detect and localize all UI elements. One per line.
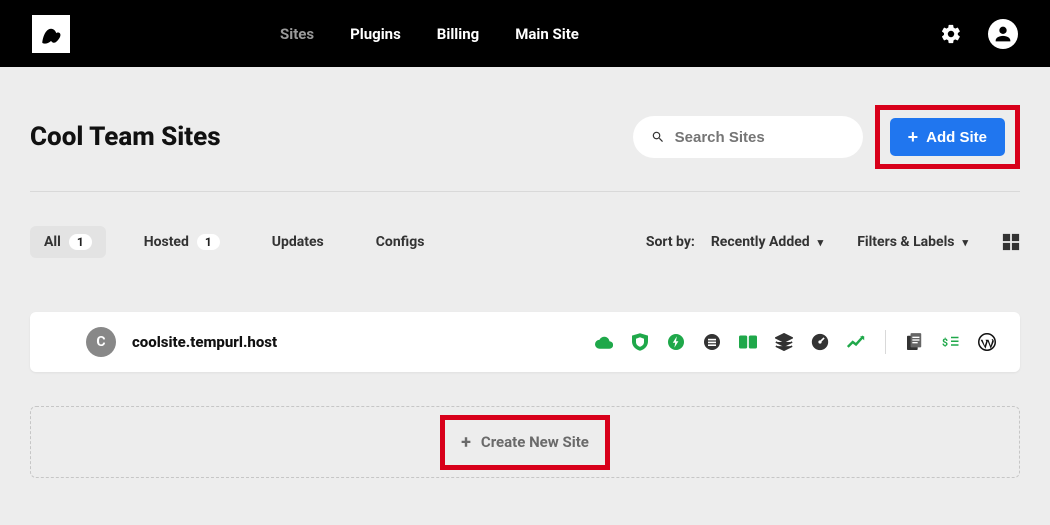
svg-text:$: $ [942, 336, 948, 349]
search-box[interactable] [633, 116, 863, 158]
tab-all-label: All [44, 234, 61, 250]
site-row[interactable]: C coolsite.tempurl.host $ [30, 312, 1020, 372]
create-site-label: Create New Site [481, 433, 589, 451]
plus-icon: + [461, 432, 471, 453]
tab-all-count: 1 [69, 234, 92, 250]
sort-select[interactable]: Recently Added ▾ [711, 234, 823, 250]
sort-value: Recently Added [711, 234, 810, 250]
money-list-icon[interactable]: $ [942, 333, 960, 351]
add-site-button[interactable]: + Add Site [890, 118, 1005, 156]
create-site-highlight: + Create New Site [440, 415, 610, 470]
tab-hosted[interactable]: Hosted 1 [130, 226, 234, 258]
plus-icon: + [908, 127, 919, 148]
user-avatar[interactable] [988, 19, 1018, 49]
tab-hosted-label: Hosted [144, 234, 189, 250]
cloud-icon[interactable] [595, 333, 613, 351]
shield-icon[interactable] [631, 333, 649, 351]
header-divider [30, 191, 1020, 192]
add-site-highlight: + Add Site [875, 105, 1020, 169]
nav-main-site[interactable]: Main Site [515, 25, 579, 43]
chevron-down-icon: ▾ [818, 236, 824, 249]
cards-icon[interactable] [739, 333, 757, 351]
create-site-button[interactable]: + Create New Site [461, 432, 589, 453]
filters-select[interactable]: Filters & Labels ▾ [857, 234, 968, 250]
page-title: Cool Team Sites [30, 122, 221, 152]
create-site-card[interactable]: + Create New Site [30, 406, 1020, 478]
filters-label: Filters & Labels [857, 234, 954, 250]
tab-all[interactable]: All 1 [30, 226, 106, 258]
brand-logo[interactable] [32, 15, 70, 53]
trend-icon[interactable] [847, 333, 865, 351]
bolt-icon[interactable] [667, 333, 685, 351]
grid-view-toggle[interactable] [1002, 233, 1020, 251]
site-avatar: C [86, 327, 116, 357]
tab-updates[interactable]: Updates [258, 226, 338, 258]
tab-configs-label: Configs [376, 234, 425, 250]
top-nav-bar: Sites Plugins Billing Main Site [0, 0, 1050, 67]
gear-icon[interactable] [940, 23, 962, 45]
site-name: coolsite.tempurl.host [132, 333, 277, 351]
nav-sites[interactable]: Sites [280, 25, 314, 43]
menu-icon[interactable] [703, 333, 721, 351]
sort-by-label: Sort by: [646, 234, 695, 250]
tab-hosted-count: 1 [197, 234, 220, 250]
gauge-icon[interactable] [811, 333, 829, 351]
search-input[interactable] [675, 129, 845, 146]
primary-nav: Sites Plugins Billing Main Site [280, 25, 579, 43]
tab-configs[interactable]: Configs [362, 226, 439, 258]
add-site-label: Add Site [926, 129, 987, 146]
heart-icon[interactable] [775, 333, 793, 351]
chevron-down-icon: ▾ [962, 236, 968, 249]
nav-plugins[interactable]: Plugins [350, 25, 401, 43]
nav-billing[interactable]: Billing [437, 25, 479, 43]
site-feature-icons: $ [595, 330, 996, 354]
tab-updates-label: Updates [272, 234, 324, 250]
vertical-divider [885, 330, 886, 354]
list-toolbar: All 1 Hosted 1 Updates Configs Sort by: … [30, 226, 1020, 258]
wordpress-icon[interactable] [978, 333, 996, 351]
page-header: Cool Team Sites + Add Site [30, 105, 1020, 169]
copy-icon[interactable] [906, 333, 924, 351]
search-icon [651, 129, 665, 145]
